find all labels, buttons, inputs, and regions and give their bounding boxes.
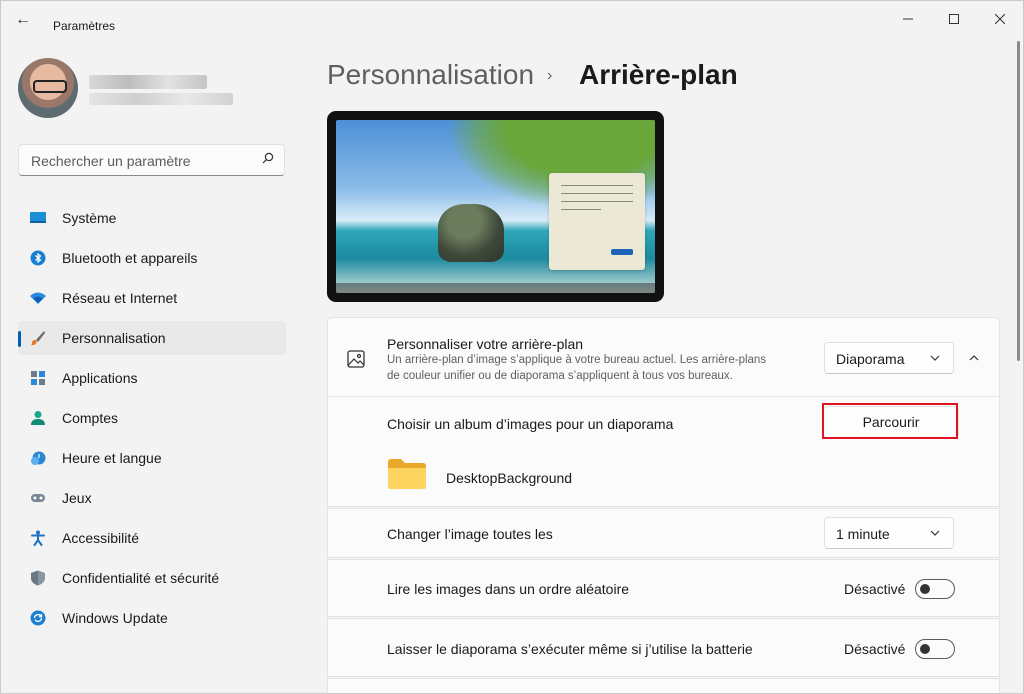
close-button[interactable] [977,7,1023,31]
desktop-preview [327,111,664,302]
brush-icon [31,331,45,346]
background-type-title: Personnaliser votre arrière-plan [387,336,584,352]
sidebar-item-comptes[interactable]: Comptes [18,401,286,435]
back-button[interactable]: ← [15,11,35,29]
search-box [18,144,285,176]
sidebar-item-reseau[interactable]: Réseau et Internet [18,281,286,315]
background-type-description: Un arrière-plan d’image s’applique à vot… [387,354,767,382]
maximize-icon [949,14,959,24]
accounts-icon [31,411,45,425]
sidebar-item-confidentialite[interactable]: Confidentialité et sécurité [18,561,286,595]
chevron-down-icon [930,530,940,536]
preview-window-mock [549,173,645,270]
sidebar-item-heure[interactable]: Heure et langue [18,441,286,475]
sidebar-item-label: Réseau et Internet [62,290,178,306]
user-email-blurred [89,93,233,105]
interval-value: 1 minute [836,526,890,542]
sidebar-item-label: Windows Update [62,610,168,626]
system-icon [30,212,46,223]
scrollbar[interactable] [1017,41,1020,361]
sidebar-item-label: Bluetooth et appareils [62,250,198,266]
wallpaper-preview-image [336,120,655,293]
rock-island [438,204,504,262]
sidebar-item-windows-update[interactable]: Windows Update [18,601,286,635]
chevron-down-icon [930,355,940,361]
maximize-button[interactable] [931,7,977,31]
back-arrow-icon: ← [15,11,31,28]
sidebar-item-label: Jeux [62,490,92,506]
sidebar-item-personnalisation[interactable]: Personnalisation [18,321,286,355]
shield-icon [31,570,45,586]
windows-update-icon [30,610,46,626]
glasses-detail [33,80,67,93]
background-type-card: Personnaliser votre arrière-plan Un arri… [327,317,1000,397]
sidebar-item-bluetooth[interactable]: Bluetooth et appareils [18,241,286,275]
preview-window-button [611,249,633,255]
app-title: Paramètres [53,19,116,33]
shuffle-state: Désactivé [844,581,906,597]
sidebar-item-label: Accessibilité [62,530,140,546]
interval-dropdown[interactable]: 1 minute [824,517,954,549]
chevron-up-icon [969,355,979,361]
search-input[interactable] [29,151,253,171]
minimize-icon [903,18,913,20]
background-type-value: Diaporama [836,351,905,367]
collapse-button[interactable] [958,342,990,374]
chevron-right-icon: › [547,67,553,84]
shuffle-card: Lire les images dans un ordre aléatoire … [327,559,1000,617]
gaming-icon [31,494,45,502]
page-title: Arrière-plan [579,59,738,90]
sidebar-item-label: Heure et langue [62,450,162,466]
sidebar-item-label: Comptes [62,410,119,426]
user-name-blurred [89,75,207,89]
sidebar-item-jeux[interactable]: Jeux [18,481,286,515]
active-indicator [18,331,21,347]
sidebar-item-accessibilite[interactable]: Accessibilité [18,521,286,555]
network-icon [30,292,46,304]
breadcrumb-parent[interactable]: Personnalisation [327,59,534,91]
browse-button-highlight [822,403,958,439]
title-bar: ← Paramètres [1,1,1023,37]
battery-state: Désactivé [844,641,906,657]
battery-toggle[interactable] [915,639,955,659]
folder-name[interactable]: DesktopBackground [446,470,572,486]
sidebar-item-applications[interactable]: Applications [18,361,286,395]
sidebar-item-label: Personnalisation [62,330,166,346]
accessibility-icon [31,530,45,546]
toggle-knob [920,584,930,594]
sidebar-item-label: Confidentialité et sécurité [62,570,220,586]
toggle-knob [920,644,930,654]
battery-card: Laisser le diaporama s’exécuter même si … [327,618,1000,677]
close-icon [994,13,1006,25]
bluetooth-icon [30,250,46,266]
next-setting-card [327,678,1000,693]
background-type-dropdown[interactable]: Diaporama [824,342,954,374]
interval-card: Changer l’image toutes les 1 minute [327,508,1000,558]
search-icon[interactable] [262,152,274,164]
shuffle-label: Lire les images dans un ordre aléatoire [387,581,630,597]
shuffle-toggle[interactable] [915,579,955,599]
time-language-icon [31,451,46,465]
interval-label: Changer l’image toutes les [387,526,553,542]
preview-taskbar [336,283,655,293]
image-icon [347,350,365,368]
sidebar-item-label: Système [62,210,117,226]
settings-window: ← Paramètres Système Bluetoot [0,0,1024,694]
sidebar-item-systeme[interactable]: Système [18,201,286,235]
avatar[interactable] [18,58,78,118]
minimize-button[interactable] [885,7,931,31]
apps-icon [31,371,45,385]
album-label: Choisir un album d’images pour un diapor… [387,416,674,432]
folder-icon [388,459,426,489]
battery-label: Laisser le diaporama s’exécuter même si … [387,641,753,657]
sidebar-item-label: Applications [62,370,138,386]
